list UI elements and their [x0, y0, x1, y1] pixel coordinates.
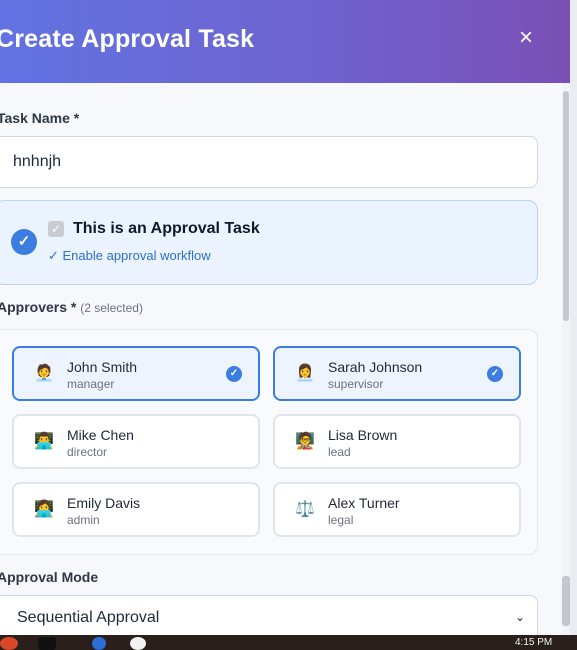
avatar-icon: 🧑‍💼 — [34, 365, 54, 382]
approver-role: legal — [328, 513, 354, 527]
approver-card-emily-davis[interactable]: 👩‍💻 Emily Davis admin — [12, 482, 260, 537]
close-icon[interactable]: × — [514, 26, 538, 50]
approval-mode-label: Approval Mode — [0, 569, 99, 585]
task-name-label: Task Name * — [0, 110, 80, 126]
check-circle-icon: ✓ — [11, 229, 37, 255]
taskbar-app-icon[interactable] — [38, 637, 56, 650]
avatar-icon: ⚖️ — [295, 501, 315, 518]
approval-task-toggle[interactable] — [0, 200, 538, 285]
create-approval-task-modal: Create Approval Task × Task Name * ✓ ✓ T… — [0, 0, 570, 635]
taskbar-clock: 4:15 PM — [515, 637, 553, 648]
modal-header: Create Approval Task × — [0, 0, 570, 83]
modal-scrollbar[interactable] — [562, 83, 570, 635]
approver-name: John Smith — [67, 359, 138, 375]
approval-task-checkbox[interactable]: ✓ — [48, 221, 64, 237]
approver-card-sarah-johnson[interactable]: 👩‍💼 Sarah Johnson supervisor ✓ — [273, 346, 521, 401]
approvers-label: Approvers * (2 selected) — [0, 299, 143, 315]
selected-check-icon: ✓ — [487, 366, 503, 382]
approver-name: Lisa Brown — [328, 427, 398, 443]
taskbar-app-icon[interactable] — [130, 637, 146, 650]
avatar-icon: 👩‍💼 — [295, 365, 315, 382]
approver-name: Alex Turner — [328, 495, 400, 511]
approval-task-title: This is an Approval Task — [73, 220, 260, 237]
approver-role: director — [67, 445, 108, 459]
approvers-selected-count: (2 selected) — [80, 301, 143, 315]
approver-name: Emily Davis — [67, 495, 141, 511]
approver-card-lisa-brown[interactable]: 🧑‍🏫 Lisa Brown lead — [273, 414, 521, 469]
avatar-icon: 👨‍💻 — [34, 433, 54, 450]
approval-workflow-hint: ✓ Enable approval workflow — [48, 248, 211, 263]
approver-name: Mike Chen — [67, 427, 134, 443]
scrollbar-thumb[interactable] — [563, 91, 569, 321]
taskbar-app-icon[interactable] — [0, 637, 18, 650]
selected-check-icon: ✓ — [226, 366, 242, 382]
os-taskbar: 4:15 PM — [0, 635, 577, 650]
approval-mode-value: Sequential Approval — [17, 609, 160, 626]
avatar-icon: 🧑‍🏫 — [295, 433, 315, 450]
approver-card-john-smith[interactable]: 🧑‍💼 John Smith manager ✓ — [12, 346, 260, 401]
approver-name: Sarah Johnson — [328, 359, 423, 375]
modal-title: Create Approval Task — [0, 25, 255, 53]
taskbar-app-icon[interactable] — [92, 637, 106, 650]
approver-card-mike-chen[interactable]: 👨‍💻 Mike Chen director — [12, 414, 260, 469]
approver-role: manager — [67, 377, 115, 391]
approver-role: supervisor — [328, 377, 384, 391]
approval-mode-select[interactable]: Sequential Approval ⌄ — [0, 595, 538, 635]
scrollbar-lower-thumb[interactable] — [562, 576, 570, 626]
approver-role: admin — [67, 513, 100, 527]
chevron-down-icon: ⌄ — [515, 610, 526, 624]
avatar-icon: 👩‍💻 — [34, 501, 54, 518]
approver-role: lead — [328, 445, 351, 459]
window-edge — [570, 0, 577, 635]
approver-card-alex-turner[interactable]: ⚖️ Alex Turner legal — [273, 482, 521, 537]
task-name-input[interactable] — [0, 136, 538, 188]
approvers-label-text: Approvers * — [0, 299, 77, 315]
